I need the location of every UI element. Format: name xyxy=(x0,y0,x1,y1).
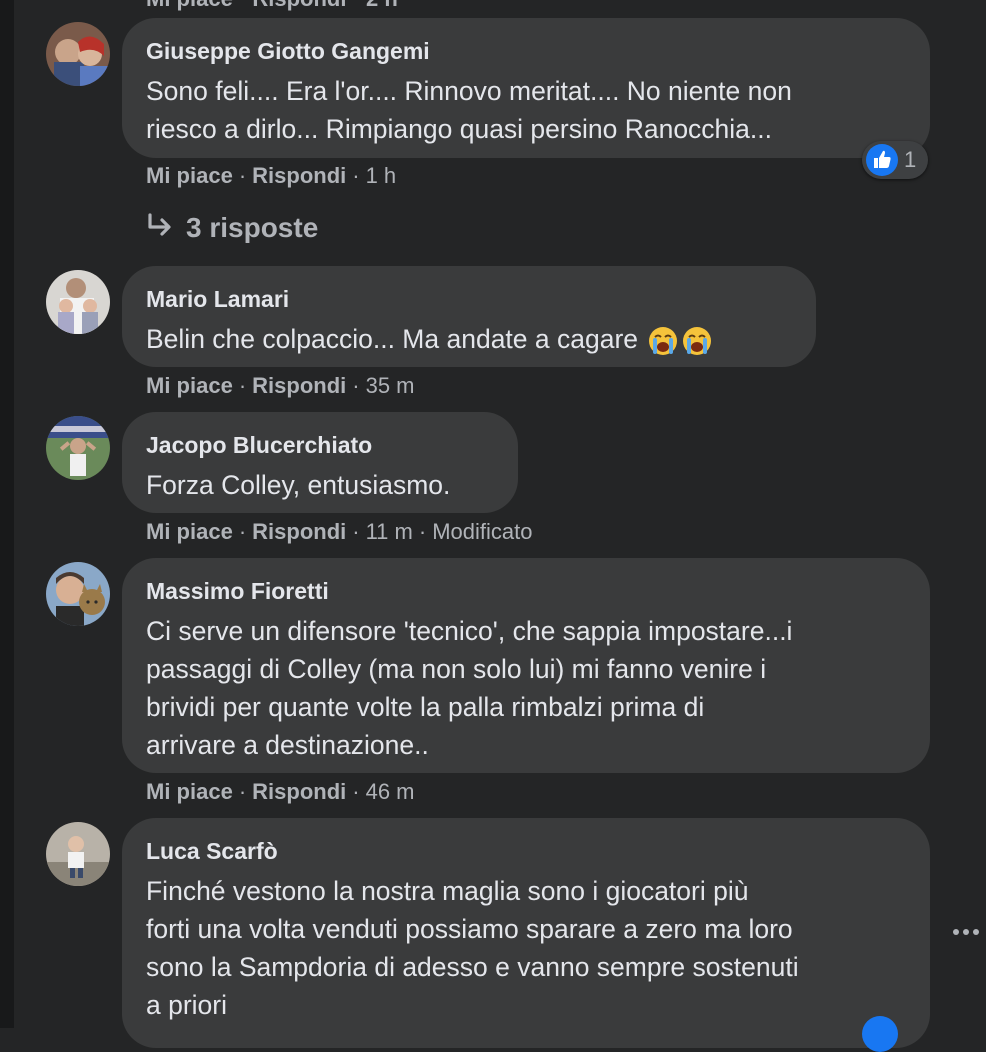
comment-author[interactable]: Giuseppe Giotto Gangemi xyxy=(146,38,906,64)
reply-button[interactable]: Rispondi xyxy=(252,373,346,398)
comment-bubble: Luca Scarfò Finché vestono la nostra mag… xyxy=(122,818,930,1048)
like-icon xyxy=(866,144,898,176)
comment-line: Forza Colley, entusiasmo. xyxy=(146,470,451,500)
comment-line: a priori xyxy=(146,990,228,1020)
comment-line: Belin che colpaccio... Ma andate a cagar… xyxy=(146,324,639,354)
comment-time[interactable]: 1 h xyxy=(366,163,397,188)
comment-actions: Mi piace · Rispondi · 11 m · Modificato xyxy=(146,519,532,545)
comment-line: passaggi di Colley (ma non solo lui) mi … xyxy=(146,654,767,684)
comment-line: arrivare a destinazione.. xyxy=(146,730,429,760)
like-button[interactable]: Mi piace xyxy=(146,779,233,804)
like-button[interactable]: Mi piace xyxy=(146,163,233,188)
avatar[interactable] xyxy=(46,562,110,626)
comment-line: sono la Sampdoria di adesso e vanno semp… xyxy=(146,952,799,982)
comment-text: Belin che colpaccio... Ma andate a cagar… xyxy=(146,320,792,358)
like-button[interactable]: Mi piace xyxy=(146,373,233,398)
comment-author[interactable]: Jacopo Blucerchiato xyxy=(146,432,494,458)
comment-text: Forza Colley, entusiasmo. xyxy=(146,466,494,504)
comment-author[interactable]: Massimo Fioretti xyxy=(146,578,906,604)
avatar[interactable] xyxy=(46,22,110,86)
separator: · xyxy=(238,519,247,544)
avatar[interactable] xyxy=(46,416,110,480)
reply-button[interactable]: Rispondi xyxy=(252,163,346,188)
reply-button[interactable]: Rispondi xyxy=(252,779,346,804)
reaction-badge[interactable]: 1 xyxy=(862,141,928,179)
like-icon[interactable] xyxy=(862,1016,898,1052)
reply-arrow-icon xyxy=(146,210,176,250)
comment-actions: Mi piace · Rispondi · 46 m xyxy=(146,779,415,805)
view-replies-link[interactable]: 3 risposte xyxy=(146,208,318,250)
comment-text: Sono feli.... Era l'or.... Rinnovo merit… xyxy=(146,72,906,148)
separator: · xyxy=(352,163,360,188)
comment-line: Sono feli.... Era l'or.... Rinnovo merit… xyxy=(146,76,792,106)
comment-line: Finché vestono la nostra maglia sono i g… xyxy=(146,876,749,906)
separator: · xyxy=(352,373,360,398)
separator: · xyxy=(238,373,247,398)
crying-emoji-icon xyxy=(681,325,713,357)
crying-emoji-icon xyxy=(647,325,679,357)
separator: · xyxy=(352,779,360,804)
separator: · xyxy=(418,519,427,544)
avatar[interactable] xyxy=(46,822,110,886)
comment-time[interactable]: 46 m xyxy=(366,779,415,804)
comment-bubble: Jacopo Blucerchiato Forza Colley, entusi… xyxy=(122,412,518,513)
edited-label[interactable]: Modificato xyxy=(432,519,532,544)
more-options-icon[interactable] xyxy=(952,918,982,944)
separator: · xyxy=(238,163,247,188)
comment-time[interactable]: 35 m xyxy=(366,373,415,398)
comment-bubble: Mario Lamari Belin che colpaccio... Ma a… xyxy=(122,266,816,367)
comment-actions: Mi piace · Rispondi · 35 m xyxy=(146,373,415,399)
separator: · xyxy=(238,779,247,804)
avatar[interactable] xyxy=(46,270,110,334)
comment-line: Ci serve un difensore 'tecnico', che sap… xyxy=(146,616,793,646)
comment-bubble: Giuseppe Giotto Gangemi Sono feli.... Er… xyxy=(122,18,930,158)
separator: · xyxy=(352,519,360,544)
left-panel-edge xyxy=(0,0,14,1028)
comment-bubble: Massimo Fioretti Ci serve un difensore '… xyxy=(122,558,930,773)
comment-author[interactable]: Luca Scarfò xyxy=(146,838,906,864)
comment-text: Ci serve un difensore 'tecnico', che sap… xyxy=(146,612,906,764)
comment-line: forti una volta venduti possiamo sparare… xyxy=(146,914,793,944)
reaction-count: 1 xyxy=(904,147,917,172)
comment-time[interactable]: 11 m xyxy=(366,519,413,544)
reply-button[interactable]: Rispondi xyxy=(252,519,346,544)
comment-text: Finché vestono la nostra maglia sono i g… xyxy=(146,872,906,1024)
comment-line: riesco a dirlo... Rimpiango quasi persin… xyxy=(146,114,773,144)
comment-author[interactable]: Mario Lamari xyxy=(146,286,792,312)
replies-count: 3 risposte xyxy=(186,212,319,243)
previous-comment-actions: Mi piace · Rispondi · 2 h xyxy=(146,0,398,12)
comment-line: brividi per quante volte la palla rimbal… xyxy=(146,692,705,722)
like-button[interactable]: Mi piace xyxy=(146,519,233,544)
comment-actions: Mi piace · Rispondi · 1 h xyxy=(146,163,396,189)
